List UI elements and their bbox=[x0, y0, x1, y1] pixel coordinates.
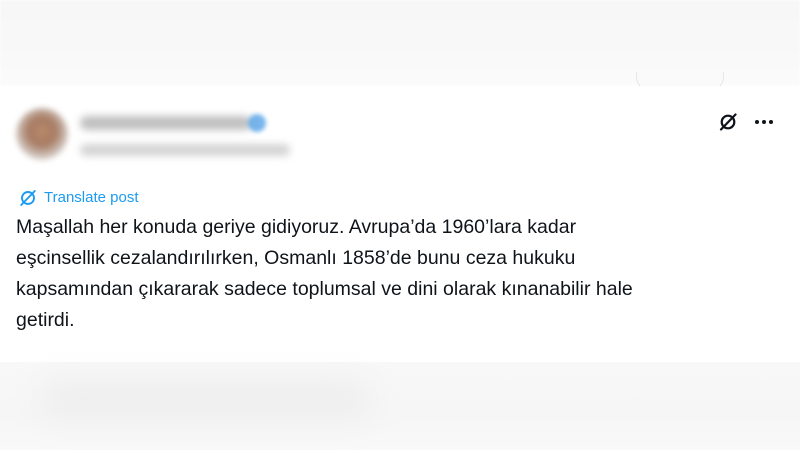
avatar[interactable] bbox=[16, 108, 68, 160]
more-options-icon bbox=[755, 120, 773, 124]
post-text: Maşallah her konuda geriye gidiyoruz. Av… bbox=[16, 216, 633, 331]
next-post-blurred-content bbox=[40, 380, 370, 420]
translate-post-label: Translate post bbox=[44, 189, 139, 206]
translate-icon bbox=[20, 190, 36, 206]
verified-badge-icon bbox=[248, 114, 266, 132]
more-options-button[interactable] bbox=[750, 108, 778, 136]
grok-button[interactable] bbox=[714, 108, 742, 136]
author-name-redacted[interactable] bbox=[80, 116, 252, 130]
grok-icon bbox=[719, 113, 737, 131]
author-handle-redacted[interactable] bbox=[80, 144, 290, 156]
translate-post-link[interactable]: Translate post bbox=[18, 188, 139, 208]
post-card: Translate post Maşallah her konuda geriy… bbox=[0, 86, 800, 362]
